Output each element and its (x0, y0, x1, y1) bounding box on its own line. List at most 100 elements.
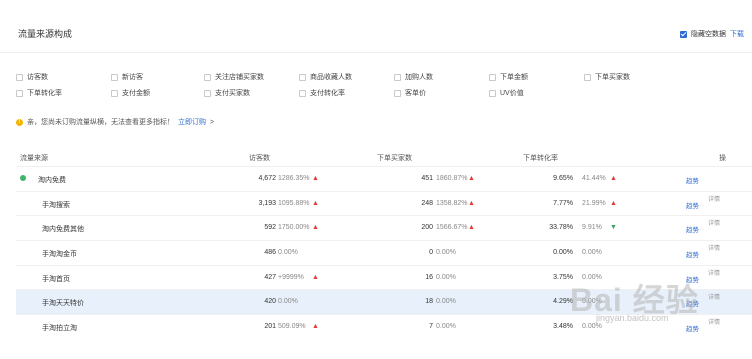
column-header[interactable]: 下单买家数 (377, 153, 412, 163)
metric-option[interactable]: 访客数 (16, 72, 111, 82)
trend-arrow-icon: ▼ (610, 224, 617, 232)
metric-option[interactable]: 下单转化率 (16, 88, 111, 98)
trend-arrow-icon: ▲ (312, 175, 319, 182)
buyers-change: 1358.82% (436, 199, 468, 207)
metric-checkbox[interactable] (16, 89, 23, 97)
trend-arrow-icon: ▲ (468, 224, 475, 232)
metric-label: 支付买家数 (215, 90, 250, 97)
source-name: 淘内免费其他 (42, 226, 84, 234)
metric-option[interactable]: UV价值 (489, 88, 584, 98)
trend-link[interactable]: 趋势 (686, 200, 699, 210)
metric-label: 访客数 (27, 74, 48, 81)
column-header: 操 (719, 155, 726, 162)
metric-option[interactable]: 下单金额 (489, 72, 584, 82)
visitors-value: 486 (264, 249, 276, 257)
visitors-value: 3,193 (258, 199, 276, 207)
trend-link[interactable]: 趋势 (686, 323, 699, 333)
metric-label: UV价值 (500, 90, 524, 97)
metric-option[interactable]: 商品收藏人数 (299, 72, 394, 82)
visitors-value: 592 (264, 224, 276, 232)
rate-change: 0.00% (582, 249, 602, 257)
buyers-change: 0.00% (436, 273, 456, 281)
metric-option[interactable]: 客单价 (394, 88, 489, 98)
buyers-value: 0 (429, 249, 433, 257)
metric-option[interactable]: 新访客 (111, 72, 204, 82)
metric-option[interactable]: 下单买家数 (584, 72, 679, 82)
metric-checkbox[interactable] (394, 73, 401, 81)
metric-checkbox[interactable] (204, 89, 211, 97)
visitors-value: 427 (264, 273, 276, 281)
metric-checkbox[interactable] (489, 89, 496, 97)
buyers-change: 0.00% (436, 298, 456, 306)
metric-option[interactable]: 支付金额 (111, 88, 204, 98)
visitors-value: 420 (264, 298, 276, 306)
metric-label: 下单买家数 (595, 74, 630, 81)
source-name: 手淘天天特价 (42, 300, 84, 308)
download-link[interactable]: 下载 (730, 29, 744, 39)
trend-link[interactable]: 趋势 (686, 224, 699, 234)
table-row[interactable]: 手淘搜索 3,193 1095.88% ▲ 248 1358.82% ▲ 7.77% 21.99… (16, 190, 752, 216)
metric-checkbox[interactable] (299, 73, 306, 81)
source-name: 手淘拍立淘 (42, 325, 77, 333)
rate-value: 7.77% (553, 199, 573, 207)
metric-option[interactable]: 关注店铺买家数 (204, 72, 299, 82)
column-header[interactable]: 下单转化率 (523, 153, 558, 163)
detail-link[interactable]: 详情 (708, 194, 720, 203)
rate-change: 9.91% (582, 224, 602, 232)
visitors-change: 0.00% (278, 298, 298, 306)
buyers-value: 16 (425, 273, 433, 281)
visitors-change: +9999% (278, 273, 304, 281)
trend-arrow-icon: ▲ (312, 323, 319, 331)
source-name: 手淘首页 (42, 275, 70, 283)
visitors-change: 0.00% (278, 249, 298, 257)
metric-option[interactable]: 加购人数 (394, 72, 489, 82)
watermark-url: jingyan.baidu.com (596, 313, 669, 323)
rate-change: 41.44% (582, 175, 606, 182)
buyers-value: 7 (429, 323, 433, 331)
expand-toggle-icon[interactable] (20, 175, 26, 181)
metric-checkbox[interactable] (111, 89, 118, 97)
column-header[interactable]: 流量来源 (20, 153, 48, 163)
visitors-change: 1750.00% (278, 224, 310, 232)
visitors-change: 1095.88% (278, 199, 310, 207)
buyers-change: 1860.87% (436, 175, 468, 182)
buyers-value: 248 (421, 199, 433, 207)
table-row[interactable]: 手淘淘金币 486 0.00% 0 0.00% 0.00% 0.00% 趋势 详情 (16, 240, 752, 265)
metric-checkbox[interactable] (299, 89, 306, 97)
metric-option[interactable]: 支付转化率 (299, 88, 394, 98)
buyers-change: 0.00% (436, 323, 456, 331)
metric-checkbox[interactable] (489, 73, 496, 81)
table-row[interactable]: 淘内免费其他 592 1750.00% ▲ 200 1566.67% ▲ 33.78% 9.91… (16, 215, 752, 240)
rate-value: 9.65% (553, 175, 573, 182)
table-header: 流量来源 访客数 下单买家数 下单转化率 操 (16, 148, 752, 166)
visitors-value: 201 (264, 323, 276, 331)
table-row[interactable]: 淘内免费 4,672 1286.35% ▲ 451 1860.87% ▲ 9.65% 41.44… (16, 166, 752, 191)
column-header[interactable]: 访客数 (249, 153, 270, 163)
metric-checkbox[interactable] (394, 89, 401, 97)
trend-link[interactable]: 趋势 (686, 175, 699, 185)
detail-link[interactable]: 详情 (708, 243, 720, 252)
detail-link[interactable]: 详情 (708, 317, 720, 326)
metric-label: 下单金额 (500, 74, 528, 81)
metric-checkbox[interactable] (111, 73, 118, 81)
metric-checkbox[interactable] (16, 73, 23, 81)
detail-link[interactable]: 详情 (708, 218, 720, 227)
metric-label: 支付金额 (122, 90, 150, 97)
source-name: 手淘淘金币 (42, 251, 77, 259)
metric-label: 新访客 (122, 74, 143, 81)
metric-label: 下单转化率 (27, 90, 62, 97)
detail-link[interactable]: 详情 (708, 292, 720, 301)
metric-label: 加购人数 (405, 74, 433, 81)
trend-arrow-icon: ▲ (468, 199, 475, 207)
metric-selector: 访客数 新访客 关注店铺买家数 商品收藏人数 加购人数 下单金额 下单买家数下单转化率 支付金… (16, 72, 716, 98)
metric-option[interactable]: 支付买家数 (204, 88, 299, 98)
hide-empty-label[interactable]: 隐藏空数据 (691, 29, 726, 39)
hide-empty-checkbox[interactable] (680, 30, 687, 38)
source-name: 手淘搜索 (42, 201, 70, 209)
rate-change: 21.99% (582, 199, 606, 207)
trend-link[interactable]: 趋势 (686, 249, 699, 259)
detail-link[interactable]: 详情 (708, 268, 720, 277)
metric-checkbox[interactable] (584, 73, 591, 81)
subscribe-link[interactable]: 立即订购 (178, 117, 206, 127)
metric-checkbox[interactable] (204, 73, 211, 81)
